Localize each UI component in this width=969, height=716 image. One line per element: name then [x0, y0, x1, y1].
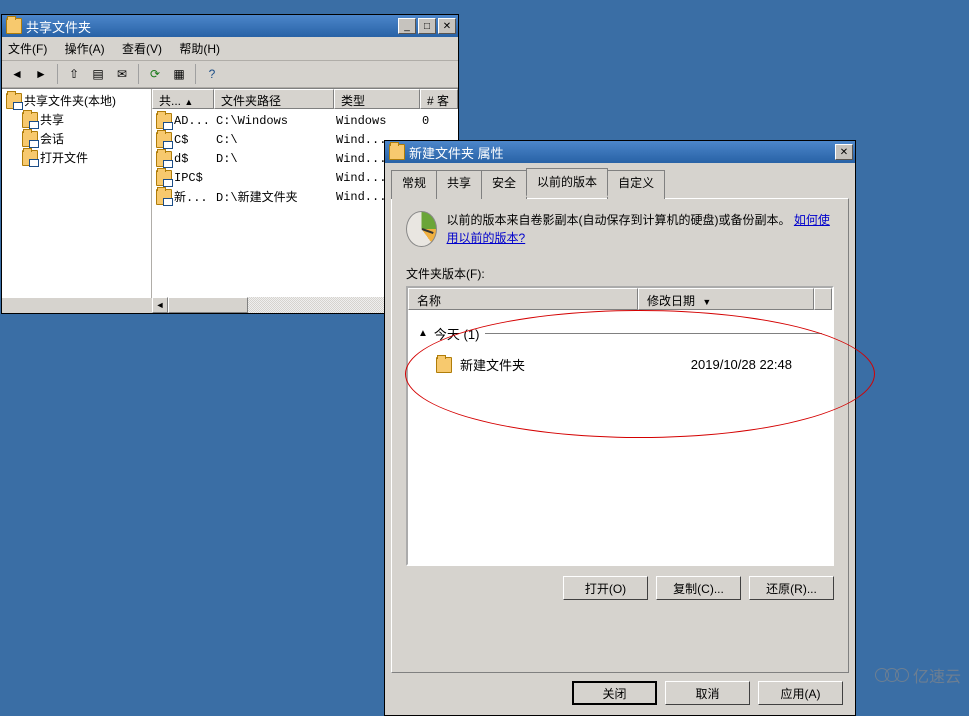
help-button[interactable]: ? [201, 63, 223, 85]
folder-shared-icon [6, 93, 22, 109]
scroll-left-button[interactable]: ◄ [152, 297, 168, 313]
version-item[interactable]: 新建文件夹 2019/10/28 22:48 [418, 353, 822, 376]
share-icon [156, 132, 172, 148]
tab-custom[interactable]: 自定义 [607, 170, 665, 199]
group-divider [485, 333, 822, 334]
list-header: 共... ▲ 文件夹路径 类型 # 客 [152, 89, 458, 109]
tree-label: 打开文件 [40, 149, 88, 166]
apply-button[interactable]: 应用(A) [758, 681, 843, 705]
tabpanel-previous-versions: 以前的版本来自卷影副本(自动保存到计算机的硬盘)或备份副本。 如何使用以前的版本… [391, 198, 849, 673]
tabstrip: 常规 共享 安全 以前的版本 自定义 [385, 163, 855, 198]
col-ext[interactable]: # 客 [420, 89, 458, 109]
menu-action[interactable]: 操作(A) [65, 42, 105, 56]
folder-shared-icon [22, 112, 38, 128]
version-item-date: 2019/10/28 22:48 [691, 357, 792, 372]
toolbar-sep [57, 64, 58, 84]
watermark-icon [875, 668, 909, 682]
copy-button[interactable]: 复制(C)... [656, 576, 741, 600]
tab-previous-versions[interactable]: 以前的版本 [526, 168, 608, 197]
tree-root-label: 共享文件夹(本地) [24, 92, 116, 109]
share-icon [156, 189, 172, 205]
tree-label: 会话 [40, 130, 64, 147]
info-text: 以前的版本来自卷影副本(自动保存到计算机的硬盘)或备份副本。 如何使用以前的版本… [447, 211, 834, 247]
up-button[interactable]: ⇧ [63, 63, 85, 85]
tab-general[interactable]: 常规 [391, 170, 437, 199]
mail-button[interactable]: ✉ [111, 63, 133, 85]
group-today: ▲ 今天 (1) [418, 324, 822, 343]
col-path[interactable]: 文件夹路径 [214, 89, 334, 109]
tab-share[interactable]: 共享 [436, 170, 482, 199]
col-version-name[interactable]: 名称 [408, 288, 638, 310]
folder-icon [389, 144, 405, 160]
app-icon [6, 18, 22, 34]
menu-file[interactable]: 文件(F) [8, 42, 47, 56]
dlg-title: 新建文件夹 属性 [405, 143, 835, 162]
share-icon [156, 113, 172, 129]
table-row[interactable]: AD... C:\Windows Windows 0 [152, 111, 458, 130]
toolbar-sep [195, 64, 196, 84]
tree-item-sessions[interactable]: 会话 [4, 129, 149, 148]
open-button[interactable]: 打开(O) [563, 576, 648, 600]
close-button[interactable]: ✕ [438, 18, 456, 34]
col-version-date[interactable]: 修改日期 ▼ [638, 288, 814, 310]
cancel-button[interactable]: 取消 [665, 681, 750, 705]
toolbar: ◄ ► ⇧ ▤ ✉ ⟳ ▦ ? [2, 61, 458, 88]
tab-security[interactable]: 安全 [481, 170, 527, 199]
back-button[interactable]: ◄ [6, 63, 28, 85]
minimize-button[interactable]: _ [398, 18, 416, 34]
close-dialog-button[interactable]: 关闭 [572, 681, 657, 705]
mmc-titlebar[interactable]: 共享文件夹 _ □ ✕ [2, 15, 458, 37]
menu-view[interactable]: 查看(V) [122, 42, 162, 56]
previous-versions-icon [406, 211, 437, 247]
version-list-header: 名称 修改日期 ▼ [408, 288, 832, 310]
tree-item-shares[interactable]: 共享 [4, 110, 149, 129]
maximize-button[interactable]: □ [418, 18, 436, 34]
menu-help[interactable]: 帮助(H) [179, 42, 220, 56]
sort-icon: ▲ [184, 97, 193, 107]
tree-pane: 共享文件夹(本地) 共享 会话 打开文件 [2, 89, 152, 298]
share-icon [156, 170, 172, 186]
dlg-close-button[interactable]: ✕ [835, 144, 853, 160]
group-label: 今天 (1) [434, 324, 480, 343]
folder-shared-icon [22, 131, 38, 147]
group-collapse-icon[interactable]: ▲ [418, 328, 428, 339]
dlg-titlebar[interactable]: 新建文件夹 属性 ✕ [385, 141, 855, 163]
restore-button[interactable]: 还原(R)... [749, 576, 834, 600]
stop-button[interactable]: ▦ [168, 63, 190, 85]
refresh-button[interactable]: ⟳ [144, 63, 166, 85]
forward-button[interactable]: ► [30, 63, 52, 85]
watermark: 亿速云 [875, 663, 961, 687]
tree-label: 共享 [40, 111, 64, 128]
version-item-name: 新建文件夹 [460, 355, 525, 374]
tree-root[interactable]: 共享文件夹(本地) [4, 91, 149, 110]
list-label: 文件夹版本(F): [406, 265, 834, 282]
menubar: 文件(F) 操作(A) 查看(V) 帮助(H) [2, 37, 458, 61]
watermark-text: 亿速云 [913, 663, 961, 687]
toolbar-sep [138, 64, 139, 84]
sort-desc-icon: ▼ [702, 297, 711, 307]
scroll-thumb[interactable] [168, 297, 248, 313]
tree-item-openfiles[interactable]: 打开文件 [4, 148, 149, 167]
col-name[interactable]: 共... ▲ [152, 89, 214, 109]
folder-shared-icon [22, 150, 38, 166]
col-version-extra[interactable] [814, 288, 832, 310]
mmc-title: 共享文件夹 [22, 17, 398, 36]
share-icon [156, 151, 172, 167]
show-hide-button[interactable]: ▤ [87, 63, 109, 85]
version-list: 名称 修改日期 ▼ ▲ 今天 (1) 新建文件夹 2019/10/28 22:4… [406, 286, 834, 566]
col-type[interactable]: 类型 [334, 89, 420, 109]
folder-icon [436, 357, 452, 373]
